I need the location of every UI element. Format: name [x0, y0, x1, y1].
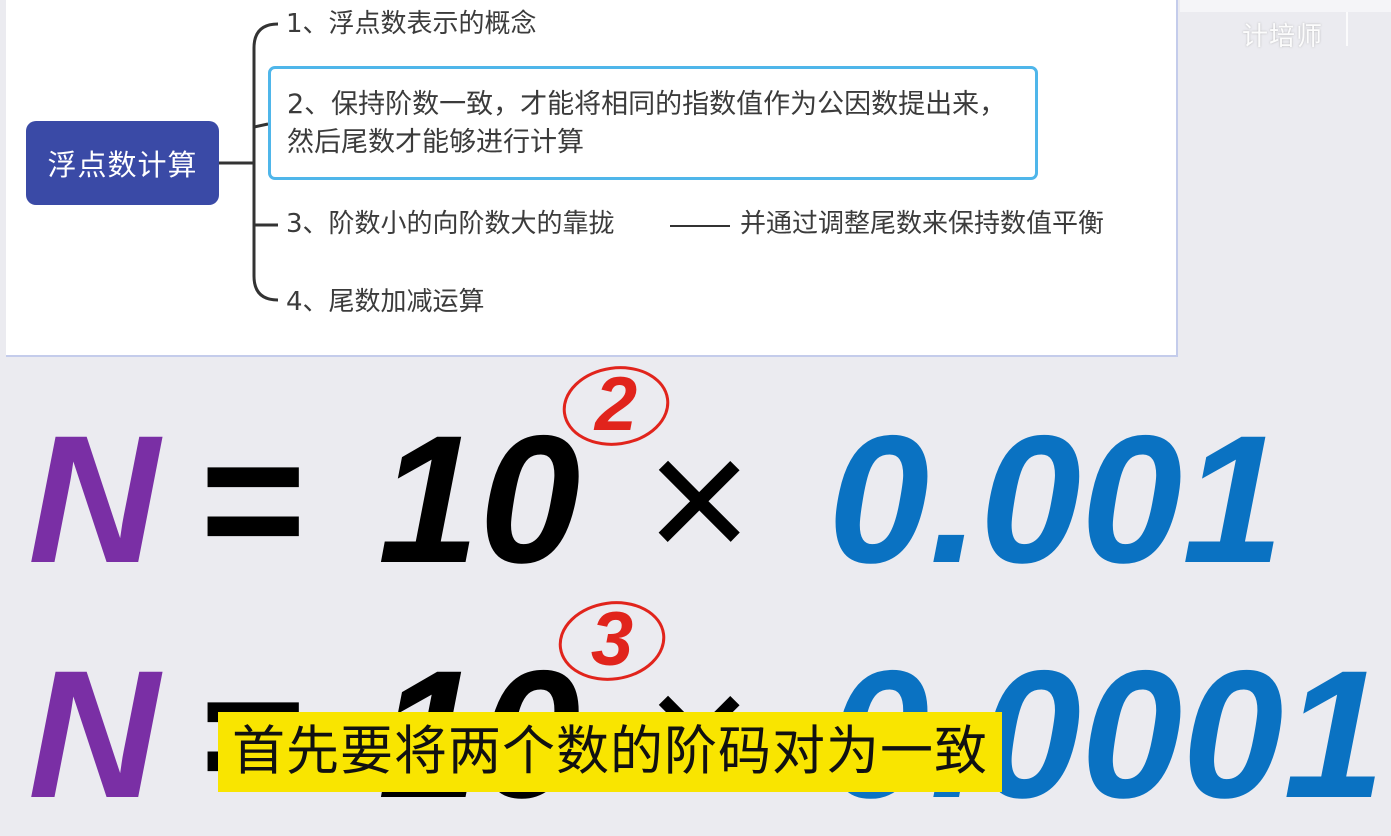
branch-3-subnode[interactable]: 并通过调整尾数来保持数值平衡	[740, 205, 1104, 243]
watermark-logo: 计培师	[1242, 22, 1324, 52]
formula-equals: =	[200, 397, 307, 601]
branch-1[interactable]: 1、浮点数表示的概念	[286, 5, 537, 43]
formula-variable: N	[28, 632, 160, 836]
branch-4[interactable]: 4、尾数加减运算	[286, 283, 485, 321]
formula-variable: N	[28, 397, 160, 601]
watermark-mark	[1346, 12, 1362, 46]
root-node[interactable]: 浮点数计算	[26, 121, 219, 205]
branch-2[interactable]: 2、保持阶数一致，才能将相同的指数值作为公因数提出来，然后尾数才能够进行计算	[287, 86, 1032, 162]
mind-map-panel: 浮点数计算 1、浮点数表示的概念 2、保持阶数一致，才能将相同的指数值作为公因数…	[6, 0, 1178, 357]
top-strip	[1180, 0, 1391, 12]
formula-base: 10	[378, 397, 581, 601]
exponent-value: 2	[594, 362, 638, 447]
subtitle-caption: 首先要将两个数的阶码对为一致	[218, 712, 1002, 792]
formula-mantissa: 0.001	[828, 397, 1284, 601]
exponent-value: 3	[590, 597, 634, 682]
exponent-circle-2: 3	[556, 597, 668, 683]
branch-3[interactable]: 3、阶数小的向阶数大的靠拢	[286, 205, 615, 243]
branch-3-connector	[670, 225, 730, 227]
exponent-circle-1: 2	[560, 362, 672, 448]
